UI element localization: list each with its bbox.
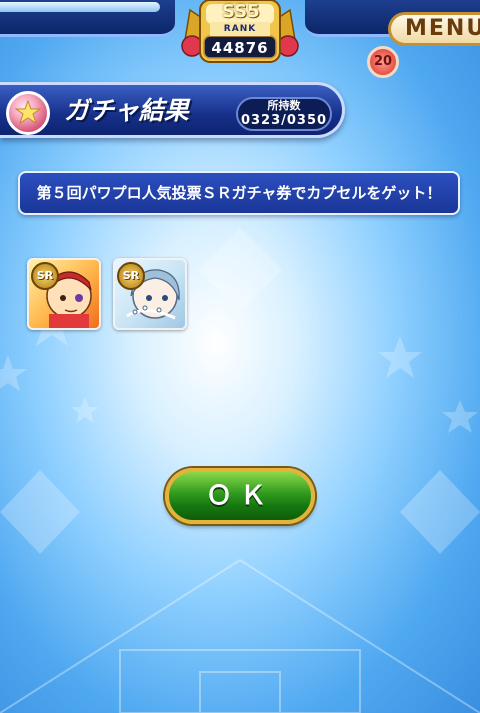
owned-count-box: 所持数 0323/0350 (236, 97, 332, 131)
page-title: ガチャ結果 (64, 96, 189, 125)
sr-rarity-badge: SR (117, 262, 145, 290)
owned-count-value: 0323/0350 (240, 113, 328, 128)
sr-rarity-badge: SR (31, 262, 59, 290)
gacha-result-header: ガチャ結果 所持数 0323/0350 (0, 82, 345, 138)
rank-value: 44876 (211, 39, 269, 57)
rank-label: RANK (223, 24, 257, 34)
result-message: 第５回パワプロ人気投票ＳＲガチャ券でカプセルをゲット！ (18, 171, 460, 215)
reward-card[interactable]: SR (27, 258, 101, 330)
stamina-bar (0, 2, 160, 12)
top-left-band (0, 0, 175, 37)
rank-tier: SS5 (222, 1, 260, 22)
top-status-bar: SS5 RANK 44876 MENU 20 (0, 0, 480, 78)
capsule-icon (6, 91, 50, 135)
reward-card[interactable]: SR (113, 258, 187, 330)
owned-count-label: 所持数 (267, 99, 301, 112)
ok-button[interactable]: ＯＫ (165, 468, 315, 524)
menu-button[interactable]: MENU (388, 12, 480, 46)
notification-badge: 20 (367, 46, 399, 78)
star-icon (14, 99, 42, 125)
